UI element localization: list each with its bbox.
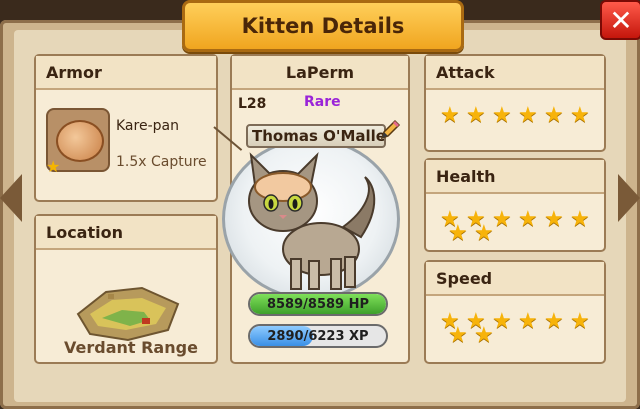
location-name: Verdant Range (64, 338, 198, 357)
star-icon: ★ (518, 207, 538, 232)
speed-panel: Speed ★ ★ ★ ★ ★ ★ ★ ★ (424, 260, 606, 364)
page-title: Kitten Details (241, 14, 405, 38)
star-icon: ★ (448, 221, 468, 246)
hp-bar: 8589/8589 HP (248, 292, 388, 316)
health-header: Health (426, 160, 604, 194)
cat-rarity: Rare (304, 94, 341, 110)
health-panel: Health ★ ★ ★ ★ ★ ★ ★ ★ (424, 158, 606, 252)
star-icon: ★ (518, 103, 538, 128)
speed-header: Speed (426, 262, 604, 296)
armor-item-name: Kare-pan (116, 118, 179, 134)
cat-breed: LaPerm (232, 56, 408, 90)
star-icon: ★ (544, 103, 564, 128)
attack-panel: Attack ★ ★ ★ ★ ★ ★ (424, 54, 606, 152)
cat-name: Thomas O'Malle (252, 127, 386, 145)
star-icon: ★ (474, 221, 494, 246)
close-button[interactable]: ✕ (600, 0, 640, 40)
star-icon: ★ (544, 207, 564, 232)
kitten-icon (248, 151, 376, 290)
xp-text: 2890/6223 XP (267, 328, 369, 344)
location-panel: Location Verdant Range (34, 214, 218, 364)
cat-portrait[interactable] (222, 138, 400, 300)
star-icon: ★ (492, 309, 512, 334)
armor-item-effect: 1.5x Capture (116, 154, 207, 170)
star-icon: ★ (570, 103, 590, 128)
star-icon: ★ (518, 309, 538, 334)
armor-item-icon[interactable]: ★ (46, 108, 110, 176)
location-terrain-icon[interactable] (72, 274, 188, 346)
previous-arrow-button[interactable] (0, 174, 22, 222)
armor-panel: Armor ★ Kare-pan 1.5x Capture (34, 54, 218, 202)
kitten-details-screen: { "title": "Kitten Details", "close_labe… (0, 0, 640, 409)
star-icon: ★ (46, 157, 61, 176)
star-icon: ★ (544, 309, 564, 334)
star-icon: ★ (492, 103, 512, 128)
location-header: Location (36, 216, 216, 250)
cat-name-plate[interactable]: Thomas O'Malle (246, 124, 386, 148)
next-arrow-button[interactable] (618, 174, 640, 222)
attack-header: Attack (426, 56, 604, 90)
title-plaque: Kitten Details (182, 0, 464, 52)
star-icon: ★ (474, 323, 494, 348)
bread-icon (56, 120, 104, 162)
star-icon: ★ (570, 309, 590, 334)
star-icon: ★ (466, 103, 486, 128)
hp-text: 8589/8589 HP (266, 296, 370, 312)
edit-pencil-icon[interactable] (378, 118, 402, 142)
armor-header: Armor (36, 56, 216, 90)
star-icon: ★ (448, 323, 468, 348)
xp-bar: 2890/6223 XP (248, 324, 388, 348)
cat-level: L28 (238, 96, 267, 112)
close-icon: ✕ (609, 3, 633, 37)
star-icon: ★ (440, 103, 460, 128)
star-icon: ★ (492, 207, 512, 232)
star-icon: ★ (570, 207, 590, 232)
